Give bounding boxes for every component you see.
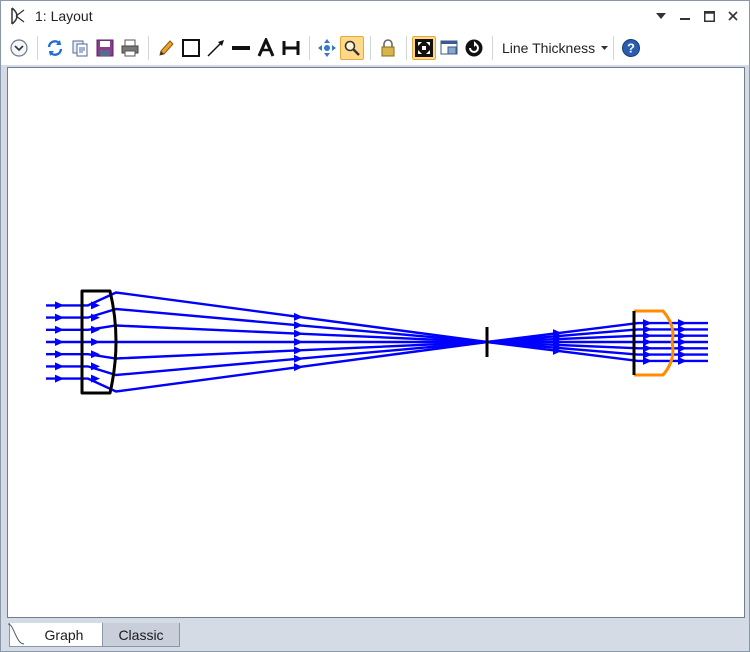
ray-arrow-marker xyxy=(55,350,64,359)
rotate-icon[interactable] xyxy=(462,36,486,60)
toolbar-separator xyxy=(370,36,371,60)
toolbar-separator xyxy=(148,36,149,60)
ray-arrow-marker xyxy=(678,331,687,340)
ray-arrow-marker xyxy=(294,346,303,355)
ray-arrow-marker xyxy=(643,350,652,359)
toolbar-separator xyxy=(37,36,38,60)
ray-arrow-marker xyxy=(678,350,687,359)
toolbar-separator xyxy=(406,36,407,60)
ray-arrow-marker xyxy=(55,325,64,334)
line-thickness-label: Line Thickness xyxy=(502,40,596,56)
fit-icon[interactable] xyxy=(412,36,436,60)
ray-arrow-marker xyxy=(91,338,100,346)
ray-arrow-marker xyxy=(678,325,687,334)
ray-arrow-marker xyxy=(678,344,687,353)
ray-arrow-marker xyxy=(678,319,687,328)
ray-arrow-marker xyxy=(294,312,303,321)
ray-arrow-marker xyxy=(643,338,652,346)
close-button[interactable] xyxy=(721,5,745,27)
tab-graph[interactable]: Graph xyxy=(8,623,105,647)
ray-line xyxy=(46,291,708,344)
ray-arrow-marker xyxy=(294,363,303,372)
toolbar: Line Thickness ? xyxy=(1,31,749,65)
ray-arrow-marker xyxy=(643,356,652,365)
ray-arrow-marker xyxy=(678,356,687,365)
ray-arrow-marker xyxy=(294,321,303,330)
arrow-icon[interactable] xyxy=(204,36,228,60)
ray-line xyxy=(46,340,708,393)
maximize-button[interactable] xyxy=(697,5,721,27)
rectangle-icon[interactable] xyxy=(179,36,203,60)
minimize-button[interactable] xyxy=(673,5,697,27)
save-icon[interactable] xyxy=(93,36,117,60)
ray-arrow-marker xyxy=(55,301,64,310)
tab-classic-label: Classic xyxy=(118,626,164,643)
app-logo-icon xyxy=(7,5,29,27)
optical-layout-plot xyxy=(46,289,708,395)
ray-arrow-marker xyxy=(643,331,652,340)
svg-text:?: ? xyxy=(627,41,635,56)
pencil-icon[interactable] xyxy=(154,36,178,60)
tab-graph-label: Graph xyxy=(44,626,84,643)
tab-classic[interactable]: Classic xyxy=(102,623,180,647)
ray-arrow-marker xyxy=(643,319,652,328)
tab-bar: Graph Classic xyxy=(1,620,749,651)
settings-expand-icon[interactable] xyxy=(7,36,31,60)
dimension-icon[interactable] xyxy=(279,36,303,60)
zoom-icon[interactable] xyxy=(340,36,364,60)
ray-arrow-marker xyxy=(643,344,652,353)
tab-curve-icon xyxy=(8,623,25,645)
toolbar-separator xyxy=(613,36,615,60)
ray-arrow-marker xyxy=(678,338,687,346)
pan-icon[interactable] xyxy=(315,36,339,60)
layout-canvas[interactable] xyxy=(7,67,745,618)
ray-arrow-marker xyxy=(55,338,64,346)
ray-traces xyxy=(46,291,708,393)
ray-arrow-marker xyxy=(294,329,303,338)
title-bar: 1: Layout xyxy=(1,1,749,31)
line-thickness-dropdown[interactable]: Line Thickness xyxy=(502,40,609,56)
chevron-down-icon xyxy=(601,46,609,50)
print-icon[interactable] xyxy=(118,36,142,60)
ray-arrow-marker xyxy=(55,374,64,383)
copy-icon[interactable] xyxy=(68,36,92,60)
ray-arrow-marker xyxy=(294,354,303,363)
window-title: 1: Layout xyxy=(35,8,93,24)
help-icon[interactable]: ? xyxy=(619,36,643,60)
refresh-icon[interactable] xyxy=(43,36,67,60)
toolbar-separator xyxy=(309,36,310,60)
text-icon[interactable] xyxy=(254,36,278,60)
layout-window: 1: Layout Line Thickness ? Graph Classic xyxy=(0,0,750,652)
window-icon[interactable] xyxy=(437,36,461,60)
lock-icon[interactable] xyxy=(376,36,400,60)
toolbar-separator xyxy=(492,36,493,60)
ray-arrow-marker xyxy=(294,338,303,346)
ray-arrow-marker xyxy=(643,325,652,334)
line-icon[interactable] xyxy=(229,36,253,60)
ray-arrow-marker xyxy=(55,362,64,371)
ray-arrow-marker xyxy=(55,313,64,322)
window-menu-button[interactable] xyxy=(649,5,673,27)
